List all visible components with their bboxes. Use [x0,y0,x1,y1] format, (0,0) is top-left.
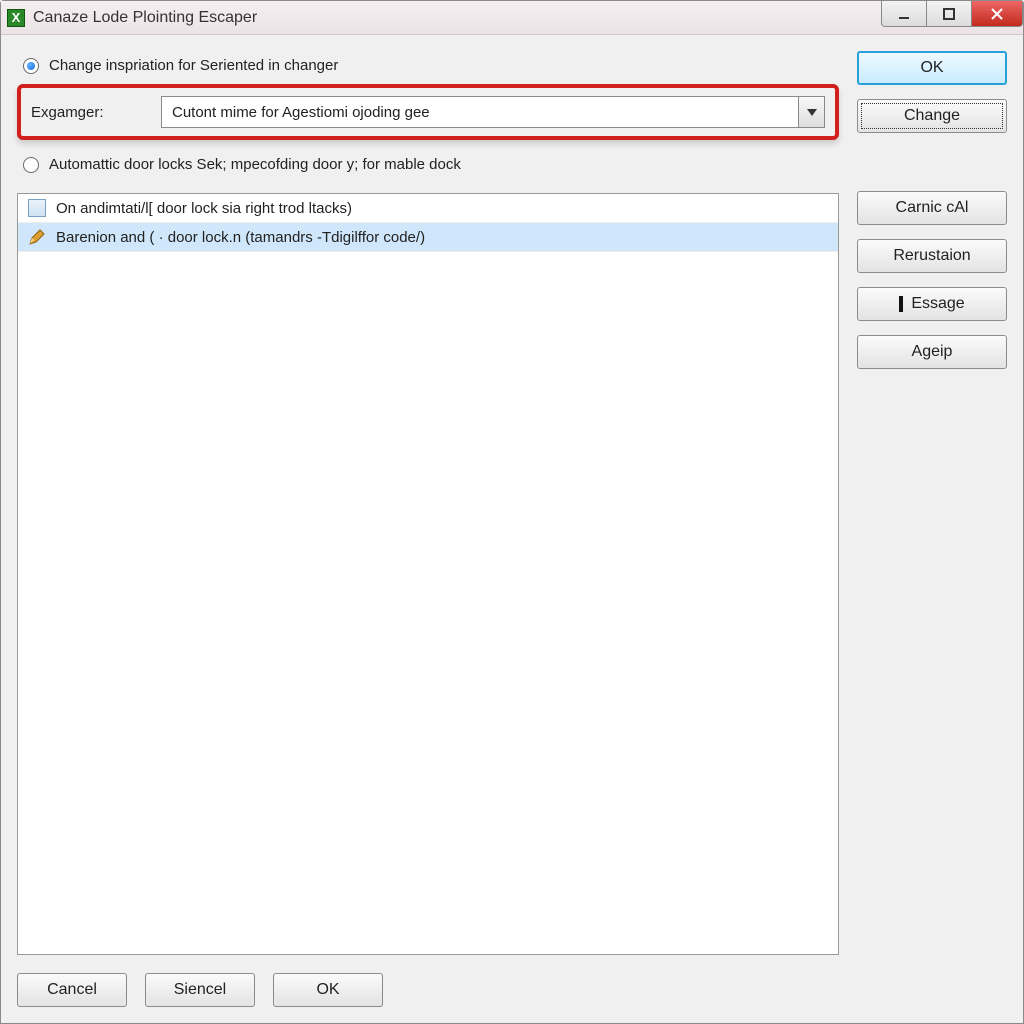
window-title: Canaze Lode Plointing Escaper [33,9,257,27]
radio-icon [23,157,39,173]
exgamger-field-highlight: Exgamger: Cutont mime for Agestiomi ojod… [17,84,839,140]
app-icon: X [7,9,25,27]
maximize-button[interactable] [926,1,972,27]
list-item[interactable]: On andimtati/l[ door lock sia right trod… [18,194,838,223]
list-item[interactable]: Barenion and ( · door lock.n (tamandrs -… [18,223,838,252]
list-item-text: Barenion and ( · door lock.n (tamandrs -… [56,229,425,246]
exgamger-label: Exgamger: [31,104,141,121]
radio-option-2[interactable]: Automattic door locks Sek; mpecofding do… [23,156,839,173]
change-button[interactable]: Change [857,99,1007,133]
radio-option-1-label: Change inspriation for Seriented in chan… [49,57,338,74]
exgamger-combo[interactable]: Cutont mime for Agestiomi ojoding gee [161,96,825,128]
close-icon [990,7,1004,21]
ok-button[interactable]: OK [857,51,1007,85]
combo-dropdown-button[interactable] [798,97,824,127]
chevron-down-icon [807,109,817,116]
titlebar[interactable]: X Canaze Lode Plointing Escaper [1,1,1023,35]
box-icon [28,199,46,217]
minimize-button[interactable] [881,1,927,27]
siencel-button[interactable]: Siencel [145,973,255,1007]
right-button-column: OK Change Carnic cAl Rerustaion Essage A… [857,51,1007,1007]
radio-option-2-label: Automattic door locks Sek; mpecofding do… [49,156,461,173]
bar-icon [899,296,903,312]
carnic-button[interactable]: Carnic cAl [857,191,1007,225]
dialog-window: X Canaze Lode Plointing Escaper Change i… [0,0,1024,1024]
rerustaion-button[interactable]: Rerustaion [857,239,1007,273]
cancel-button[interactable]: Cancel [17,973,127,1007]
exgamger-combo-value: Cutont mime for Agestiomi ojoding gee [172,104,430,121]
close-button[interactable] [971,1,1023,27]
window-controls [882,1,1023,27]
radio-icon [23,58,39,74]
client-area: Change inspriation for Seriented in chan… [1,35,1023,1023]
bottom-buttons: Cancel Siencel OK [17,973,839,1007]
ageip-button[interactable]: Ageip [857,335,1007,369]
items-listbox[interactable]: On andimtati/l[ door lock sia right trod… [17,193,839,955]
maximize-icon [943,8,955,20]
radio-option-1[interactable]: Change inspriation for Seriented in chan… [23,57,839,74]
pencil-icon [28,228,46,246]
essage-button-label: Essage [911,295,964,313]
ok-bottom-button[interactable]: OK [273,973,383,1007]
essage-button[interactable]: Essage [857,287,1007,321]
list-item-text: On andimtati/l[ door lock sia right trod… [56,200,352,217]
minimize-icon [898,8,910,20]
